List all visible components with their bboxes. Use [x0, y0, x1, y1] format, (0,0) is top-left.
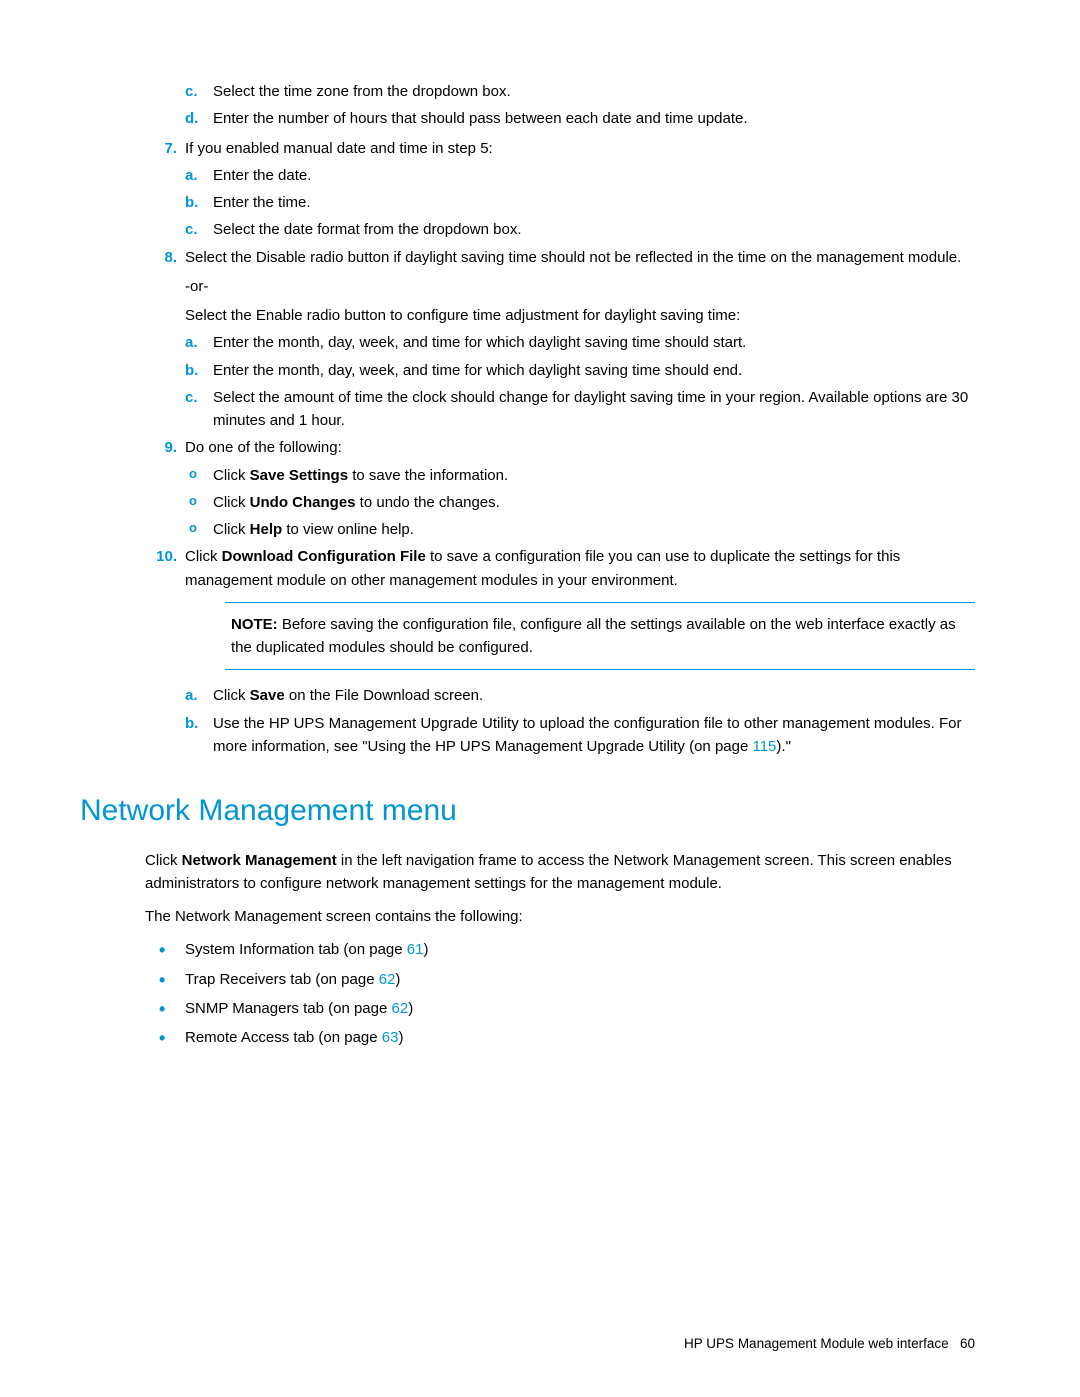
step-text: If you enabled manual date and time in s…: [185, 140, 493, 157]
nm-bold: Network Management: [182, 852, 337, 869]
sub-text: Select the time zone from the dropdown b…: [213, 83, 511, 100]
note-text: Before saving the configuration file, co…: [231, 616, 956, 656]
tab-item: Trap Receivers tab (on page 62): [145, 968, 975, 991]
step-number: 9.: [145, 436, 177, 459]
tab-item: System Information tab (on page 61): [145, 938, 975, 961]
sub-item: b. Enter the month, day, week, and time …: [185, 359, 975, 382]
sub-text: Enter the month, day, week, and time for…: [213, 362, 742, 379]
page-link-61[interactable]: 61: [407, 941, 424, 958]
tab-item: SNMP Managers tab (on page 62): [145, 997, 975, 1020]
sub-text: Enter the month, day, week, and time for…: [213, 334, 746, 351]
step-text: Select the Disable radio button if dayli…: [185, 249, 961, 266]
page-body: c. Select the time zone from the dropdow…: [80, 80, 975, 1049]
sub-item: c. Select the time zone from the dropdow…: [185, 80, 975, 103]
step-bold: Download Configuration File: [222, 548, 426, 565]
sub-letter: c.: [185, 218, 198, 241]
sub-item: c. Select the amount of time the clock s…: [185, 386, 975, 433]
note-box: NOTE: Before saving the configuration fi…: [225, 602, 975, 671]
tab-suffix: ): [395, 971, 400, 988]
note-label: NOTE:: [231, 616, 278, 633]
nm-tab-list: System Information tab (on page 61) Trap…: [145, 938, 975, 1049]
opt-bold: Undo Changes: [250, 494, 356, 511]
sub-text: Enter the time.: [213, 194, 311, 211]
document-page: c. Select the time zone from the dropdow…: [0, 0, 1080, 1397]
sub-letter: c.: [185, 386, 198, 409]
page-link-62b[interactable]: 62: [392, 1000, 409, 1017]
step-number: 10.: [145, 545, 177, 568]
tab-prefix: SNMP Managers tab (on page: [185, 1000, 392, 1017]
opt-bold: Help: [250, 521, 283, 538]
step-9: 9. Do one of the following: Click Save S…: [145, 436, 975, 541]
step-prefix: Click: [185, 548, 222, 565]
sub-item: a. Click Save on the File Download scree…: [185, 684, 975, 707]
page-footer: HP UPS Management Module web interface 6…: [684, 1334, 975, 1355]
opt-suffix: to view online help.: [282, 521, 414, 538]
option-item: Click Undo Changes to undo the changes.: [185, 491, 975, 514]
sub-item: a. Enter the month, day, week, and time …: [185, 331, 975, 354]
page-link-115[interactable]: 115: [752, 738, 776, 755]
sub-letter: b.: [185, 712, 198, 735]
nm-prefix: Click: [145, 852, 182, 869]
page-link-63[interactable]: 63: [382, 1029, 399, 1046]
sub-item: b. Enter the time.: [185, 191, 975, 214]
opt-prefix: Click: [213, 494, 250, 511]
step-8: 8. Select the Disable radio button if da…: [145, 246, 975, 433]
sub-letter: d.: [185, 107, 198, 130]
opt-suffix: to undo the changes.: [356, 494, 500, 511]
step-text: Do one of the following:: [185, 439, 342, 456]
sub-prefix: Click: [213, 687, 250, 704]
page-link-62[interactable]: 62: [379, 971, 396, 988]
orphan-sublist: c. Select the time zone from the dropdow…: [185, 80, 975, 131]
sub-item: b. Use the HP UPS Management Upgrade Uti…: [185, 712, 975, 759]
step-7-sublist: a. Enter the date. b. Enter the time. c.…: [185, 164, 975, 242]
nm-para-1: Click Network Management in the left nav…: [145, 849, 975, 896]
tab-suffix: ): [408, 1000, 413, 1017]
tab-item: Remote Access tab (on page 63): [145, 1026, 975, 1049]
option-item: Click Help to view online help.: [185, 518, 975, 541]
or-text: -or-: [185, 275, 975, 298]
tab-prefix: Remote Access tab (on page: [185, 1029, 382, 1046]
footer-title: HP UPS Management Module web interface: [684, 1336, 949, 1351]
sub-letter: c.: [185, 80, 198, 103]
opt-prefix: Click: [213, 467, 250, 484]
step-number: 8.: [145, 246, 177, 269]
sub-text-after: ).": [776, 738, 791, 755]
step-8-sublist: a. Enter the month, day, week, and time …: [185, 331, 975, 432]
step-7: 7. If you enabled manual date and time i…: [145, 137, 975, 242]
tab-prefix: System Information tab (on page: [185, 941, 407, 958]
sub-letter: a.: [185, 164, 198, 187]
opt-bold: Save Settings: [250, 467, 348, 484]
step-number: 7.: [145, 137, 177, 160]
nm-para-2: The Network Management screen contains t…: [145, 905, 975, 928]
sub-letter: a.: [185, 331, 198, 354]
sub-item: a. Enter the date.: [185, 164, 975, 187]
step-text-2: Select the Enable radio button to config…: [185, 304, 975, 327]
opt-suffix: to save the information.: [348, 467, 508, 484]
sub-item: c. Select the date format from the dropd…: [185, 218, 975, 241]
sub-text: Select the amount of time the clock shou…: [213, 389, 968, 429]
option-item: Click Save Settings to save the informat…: [185, 464, 975, 487]
tab-prefix: Trap Receivers tab (on page: [185, 971, 379, 988]
sub-suffix: on the File Download screen.: [285, 687, 483, 704]
step-10-sublist: a. Click Save on the File Download scree…: [185, 684, 975, 758]
sub-text: Enter the date.: [213, 167, 311, 184]
main-ordered-list: 7. If you enabled manual date and time i…: [145, 137, 975, 759]
sub-bold: Save: [250, 687, 285, 704]
sub-text: Enter the number of hours that should pa…: [213, 110, 748, 127]
opt-prefix: Click: [213, 521, 250, 538]
step-10: 10. Click Download Configuration File to…: [145, 545, 975, 758]
tab-suffix: ): [423, 941, 428, 958]
tab-suffix: ): [398, 1029, 403, 1046]
sub-letter: a.: [185, 684, 198, 707]
sub-letter: b.: [185, 191, 198, 214]
step-9-options: Click Save Settings to save the informat…: [185, 464, 975, 542]
footer-page-number: 60: [960, 1336, 975, 1351]
section-heading: Network Management menu: [80, 788, 975, 835]
sub-letter: b.: [185, 359, 198, 382]
sub-text: Select the date format from the dropdown…: [213, 221, 522, 238]
sub-text-before: Use the HP UPS Management Upgrade Utilit…: [213, 715, 961, 755]
sub-item: d. Enter the number of hours that should…: [185, 107, 975, 130]
